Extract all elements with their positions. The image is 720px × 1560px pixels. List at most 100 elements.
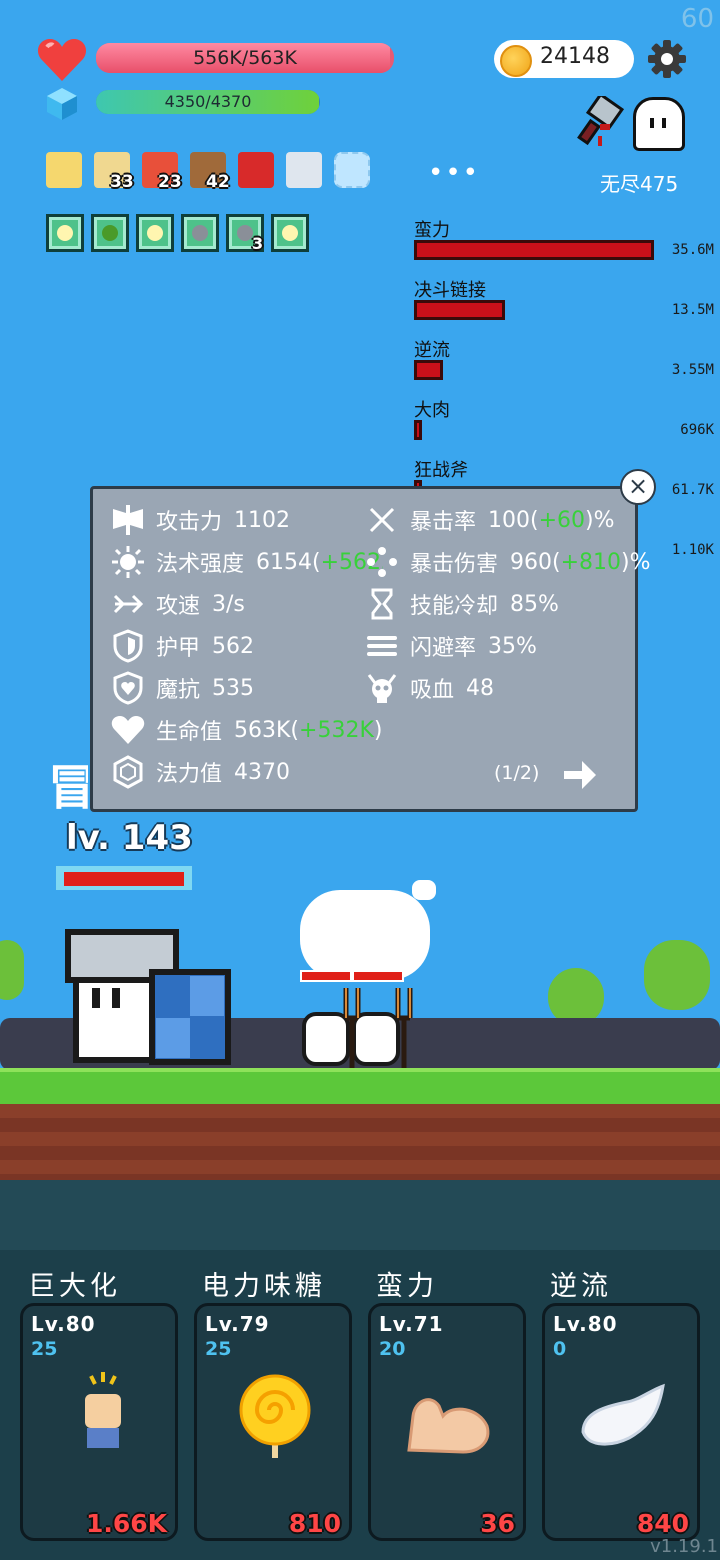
crossed-swords-icon bbox=[364, 502, 400, 538]
stat-bonus: +60 bbox=[538, 507, 586, 533]
damage-meter-name: 决斗链接 bbox=[414, 280, 486, 301]
page-indicator: (1/2) bbox=[494, 762, 540, 784]
coin-value: 24148 bbox=[540, 44, 610, 69]
damage-meter-name: 狂战斧 bbox=[414, 460, 468, 481]
lines-icon bbox=[364, 628, 400, 664]
stat-label: 攻击力 bbox=[156, 510, 223, 535]
next-arrow-icon[interactable] bbox=[562, 758, 598, 792]
tree bbox=[0, 940, 24, 1000]
lightbulb-buff-icon-2[interactable] bbox=[271, 214, 309, 252]
rock-buff-icon[interactable] bbox=[181, 214, 219, 252]
stat-hp: 生命值 563K(+532K) bbox=[110, 712, 382, 748]
horned-skull-icon bbox=[364, 670, 400, 706]
damage-meter-bar bbox=[414, 300, 505, 320]
stat-close-paren: )% bbox=[621, 549, 651, 575]
fist-icon bbox=[73, 1372, 133, 1456]
upgrade-cost: 36 bbox=[480, 1509, 515, 1538]
fps-counter: 60 bbox=[680, 4, 714, 34]
heart-icon bbox=[37, 39, 87, 81]
ghost-enemy-pair bbox=[302, 988, 413, 1068]
skill-card[interactable]: Lv.79 25 810 bbox=[194, 1303, 352, 1541]
stat-attack: 攻击力 1102 bbox=[110, 502, 290, 538]
stat-value: 35% bbox=[488, 633, 537, 659]
skill-sub-value: 0 bbox=[553, 1338, 567, 1360]
stat-value: 3/s bbox=[212, 591, 245, 617]
stat-dodge: 闪避率 35% bbox=[364, 628, 537, 664]
stat-cooldown: 技能冷却 85% bbox=[364, 586, 559, 622]
stat-value: 100( bbox=[488, 507, 539, 533]
notepad-icon[interactable] bbox=[46, 152, 82, 188]
buff-glyph bbox=[147, 225, 163, 241]
buff-glyph bbox=[237, 225, 253, 241]
stat-value: 6154( bbox=[256, 549, 321, 575]
mana-text: 4350/4370 bbox=[164, 92, 252, 111]
skill-level: Lv.79 bbox=[205, 1312, 270, 1336]
shield-icon bbox=[110, 628, 146, 664]
gear-icon[interactable] bbox=[648, 40, 686, 78]
item-count: 23 bbox=[158, 172, 182, 192]
skill-level: Lv.80 bbox=[553, 1312, 618, 1336]
stat-label: 吸血 bbox=[410, 678, 455, 703]
stat-close-paren: )% bbox=[585, 507, 615, 533]
sun-icon bbox=[110, 544, 146, 580]
upgrade-cost: 810 bbox=[288, 1509, 341, 1538]
skill-card[interactable]: Lv.71 20 36 bbox=[368, 1303, 526, 1541]
skill-sub-value: 20 bbox=[379, 1338, 406, 1360]
knight-player bbox=[65, 929, 231, 1065]
coin-icon bbox=[500, 45, 532, 77]
skill-sub-value: 25 bbox=[31, 1338, 58, 1360]
skill-level: Lv.71 bbox=[379, 1312, 444, 1336]
buff-glyph bbox=[282, 225, 298, 241]
water bbox=[0, 1180, 720, 1250]
ground-dirt bbox=[0, 1104, 720, 1184]
stat-value: 960( bbox=[510, 549, 561, 575]
ground-grass bbox=[0, 1068, 720, 1108]
skill-sub-value: 25 bbox=[205, 1338, 232, 1360]
burst-icon bbox=[364, 544, 400, 580]
stat-label: 闪避率 bbox=[410, 636, 477, 661]
sun-buff-icon[interactable] bbox=[136, 214, 174, 252]
tree bbox=[644, 940, 710, 1010]
skill-card[interactable]: Lv.80 25 1.66K bbox=[20, 1303, 178, 1541]
stat-label: 魔抗 bbox=[156, 678, 201, 703]
stat-label: 暴击率 bbox=[410, 510, 477, 535]
more-icon[interactable]: ••• bbox=[428, 158, 480, 188]
stat-spell-power: 法术强度 6154(+5625 bbox=[110, 544, 383, 580]
stat-crit-damage: 暴击伤害 960(+810)% bbox=[364, 544, 651, 580]
axe-icon bbox=[110, 502, 146, 538]
lollipop-icon bbox=[235, 1372, 315, 1466]
stat-value: 85% bbox=[510, 591, 559, 617]
player-hp-bar bbox=[64, 872, 184, 886]
damage-meter-name: 逆流 bbox=[414, 340, 450, 361]
endless-stage-label: 无尽475 bbox=[600, 172, 679, 196]
ghost-icon[interactable] bbox=[633, 97, 685, 151]
skill-card[interactable]: Lv.80 0 840 bbox=[542, 1303, 700, 1541]
wing-icon bbox=[577, 1382, 667, 1456]
skill-title: 逆流 bbox=[550, 1271, 612, 1302]
damage-meter-name: 蛮力 bbox=[414, 220, 450, 241]
damage-meter-value: 1.10K bbox=[671, 542, 714, 558]
cleaver-icon[interactable] bbox=[576, 96, 632, 152]
damage-meter-value: 3.55M bbox=[671, 362, 714, 378]
cloud-small bbox=[412, 880, 436, 900]
sprout-buff-icon[interactable] bbox=[91, 214, 129, 252]
item-count: 42 bbox=[206, 172, 230, 192]
upgrade-cost: 1.66K bbox=[85, 1509, 167, 1538]
stat-value: 48 bbox=[466, 675, 495, 701]
buff-stack-count: 3 bbox=[252, 234, 264, 253]
lightbulb-buff-icon[interactable] bbox=[46, 214, 84, 252]
close-button[interactable]: × bbox=[620, 469, 656, 505]
damage-meter-name: 大肉 bbox=[414, 400, 450, 421]
stat-magic-resist: 魔抗 535 bbox=[110, 670, 254, 706]
sword-icon[interactable] bbox=[286, 152, 322, 188]
empty-slot-icon[interactable] bbox=[334, 152, 370, 188]
skill-title: 电力味糖 bbox=[202, 1271, 326, 1302]
magnet-icon[interactable] bbox=[238, 152, 274, 188]
skill-level: Lv.80 bbox=[31, 1312, 96, 1336]
enemy-hp-bar bbox=[300, 970, 352, 982]
buff-glyph bbox=[192, 225, 208, 241]
stat-crit-rate: 暴击率 100(+60)% bbox=[364, 502, 615, 538]
skill-title: 蛮力 bbox=[376, 1271, 438, 1302]
stat-label: 法术强度 bbox=[156, 552, 245, 577]
stat-label: 护甲 bbox=[156, 636, 201, 661]
